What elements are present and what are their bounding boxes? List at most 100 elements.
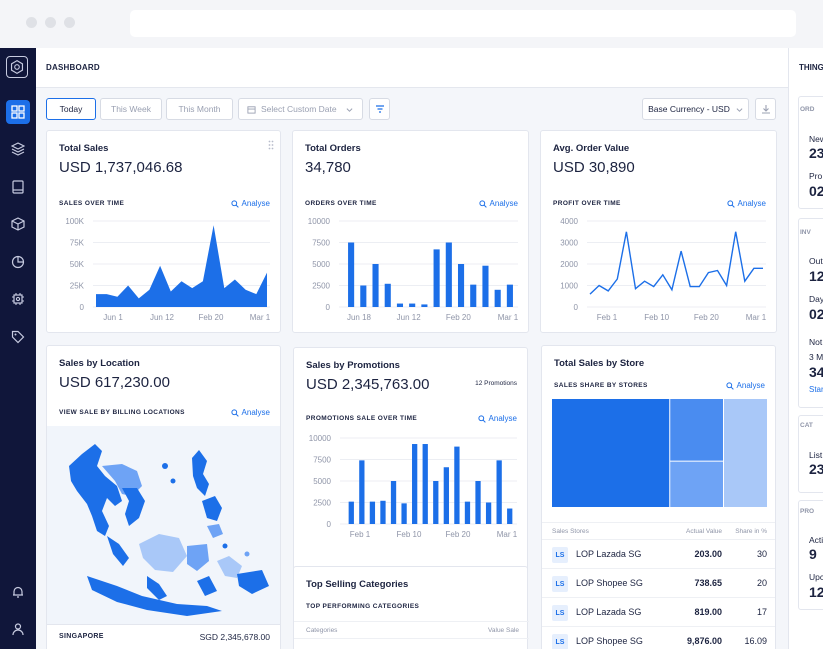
- summary-link[interactable]: Star: [809, 385, 823, 394]
- filter-this-month-button[interactable]: This Month: [166, 98, 233, 120]
- x-tick-label: Jun 18: [347, 313, 372, 322]
- box-icon[interactable]: [6, 212, 30, 236]
- card-value: USD 30,890: [553, 159, 635, 176]
- x-tick-label: Jun 12: [150, 313, 175, 322]
- layers-icon[interactable]: [6, 137, 30, 161]
- analyse-link[interactable]: Analyse: [230, 408, 270, 417]
- categories-table-header: Categories Value Sale: [294, 621, 529, 639]
- y-tick-label: 7500: [313, 456, 331, 465]
- summary-label: Out: [809, 256, 823, 266]
- bar: [494, 289, 501, 307]
- analyse-link[interactable]: Analyse: [726, 199, 766, 208]
- drag-handle-icon[interactable]: [268, 140, 274, 150]
- store-name: LOP Lazada SG: [576, 607, 642, 617]
- bar: [485, 502, 492, 524]
- pie-chart-icon[interactable]: [6, 250, 30, 274]
- y-tick-label: 2000: [560, 260, 578, 269]
- treemap-cell: [670, 399, 723, 461]
- bar: [360, 285, 367, 307]
- column-header: Value Sale: [488, 627, 519, 634]
- analyse-label: Analyse: [736, 381, 765, 390]
- store-name: LOP Shopee SG: [576, 636, 643, 646]
- card-title: Total Orders: [305, 143, 361, 154]
- y-tick-label: 2500: [312, 282, 330, 291]
- analyse-label: Analyse: [488, 414, 517, 423]
- window-zoom-dot[interactable]: [64, 17, 75, 28]
- book-icon[interactable]: [6, 175, 30, 199]
- settings-chip-icon[interactable]: [6, 287, 30, 311]
- section-title: ORD: [800, 106, 815, 113]
- store-row[interactable]: LS LOP Lazada SG 819.00 17: [542, 598, 775, 627]
- divider: [47, 624, 280, 625]
- bar: [401, 503, 407, 524]
- treemap-cell: [670, 461, 723, 507]
- store-row[interactable]: LS LOP Shopee SG 738.65 20: [542, 569, 775, 598]
- column-header: Share in %: [735, 528, 767, 535]
- tag-icon[interactable]: [6, 325, 30, 349]
- summary-label: Not: [809, 337, 823, 347]
- filter-today-button[interactable]: Today: [46, 98, 96, 120]
- x-tick-label: Mar 1: [250, 313, 271, 322]
- location-footer-value: SGD 2,345,678.00: [199, 632, 270, 642]
- total-sales-card: Total Sales USD 1,737,046.68 SALES OVER …: [46, 130, 281, 333]
- store-row[interactable]: LS LOP Lazada SG 203.00 30: [542, 540, 775, 569]
- line-series: [589, 231, 763, 295]
- sales-over-time-chart: 100K 75K 50K 25K 0 Jun 1 Jun 12 Feb 20 Mar 1: [65, 217, 271, 322]
- window-close-dot[interactable]: [26, 17, 37, 28]
- summary-value: 12: [809, 268, 823, 284]
- analyse-label: Analyse: [241, 408, 270, 417]
- y-tick-label: 2500: [313, 499, 331, 508]
- y-tick-label: 0: [80, 303, 85, 312]
- chevron-down-icon: [346, 107, 353, 112]
- bell-icon[interactable]: [6, 580, 30, 604]
- currency-label: Base Currency - USD: [648, 104, 730, 114]
- summary-label: Upc: [809, 572, 823, 582]
- store-row[interactable]: LS LOP Shopee SG 9,876.00 16.09: [542, 627, 775, 649]
- analyse-link[interactable]: Analyse: [725, 381, 765, 390]
- bar: [464, 501, 471, 524]
- y-tick-label: 0: [326, 303, 331, 312]
- chart-subtitle: SALES SHARE BY STORES: [554, 382, 648, 389]
- y-tick-label: 25K: [70, 282, 85, 291]
- store-value: 203.00: [694, 549, 722, 559]
- summary-value: 12: [809, 584, 823, 600]
- search-icon: [230, 408, 239, 417]
- card-title: Avg. Order Value: [553, 143, 630, 154]
- column-header: Sales Stores: [552, 528, 589, 535]
- dashboard-icon[interactable]: [6, 100, 30, 124]
- custom-date-label: Select Custom Date: [261, 104, 337, 114]
- filter-this-week-button[interactable]: This Week: [100, 98, 162, 120]
- card-value: 34,780: [305, 159, 351, 176]
- window-minimize-dot[interactable]: [45, 17, 56, 28]
- address-bar[interactable]: [130, 10, 796, 37]
- location-map[interactable]: [47, 426, 280, 624]
- bar: [421, 304, 428, 307]
- x-tick-label: Feb 10: [397, 530, 422, 539]
- y-tick-label: 10000: [309, 434, 332, 443]
- currency-select[interactable]: Base Currency - USD: [642, 98, 749, 120]
- bar: [412, 444, 418, 524]
- store-avatar: LS: [552, 605, 568, 621]
- card-title: Total Sales: [59, 143, 109, 154]
- analyse-link[interactable]: Analyse: [478, 199, 518, 208]
- bar: [348, 501, 354, 524]
- search-icon: [725, 381, 734, 390]
- summary-value: 9: [809, 546, 817, 562]
- bar: [443, 467, 449, 524]
- analyse-link[interactable]: Analyse: [230, 199, 270, 208]
- sales-share-treemap[interactable]: [552, 399, 767, 507]
- user-icon[interactable]: [6, 617, 30, 641]
- card-value: USD 617,230.00: [59, 374, 170, 391]
- x-tick-label: Feb 20: [694, 313, 719, 322]
- section-title: PRO: [800, 508, 815, 515]
- app-logo-icon[interactable]: [6, 56, 28, 78]
- x-tick-label: Mar 1: [498, 313, 519, 322]
- page-title: DASHBOARD: [46, 63, 100, 72]
- download-button[interactable]: [755, 98, 776, 120]
- treemap-cell: [724, 399, 767, 507]
- store-name: LOP Shopee SG: [576, 578, 643, 588]
- sales-by-store-card: Total Sales by Store SALES SHARE BY STOR…: [541, 345, 776, 649]
- filter-button[interactable]: [369, 98, 390, 120]
- custom-date-select[interactable]: Select Custom Date: [238, 98, 363, 120]
- analyse-link[interactable]: Analyse: [477, 414, 517, 423]
